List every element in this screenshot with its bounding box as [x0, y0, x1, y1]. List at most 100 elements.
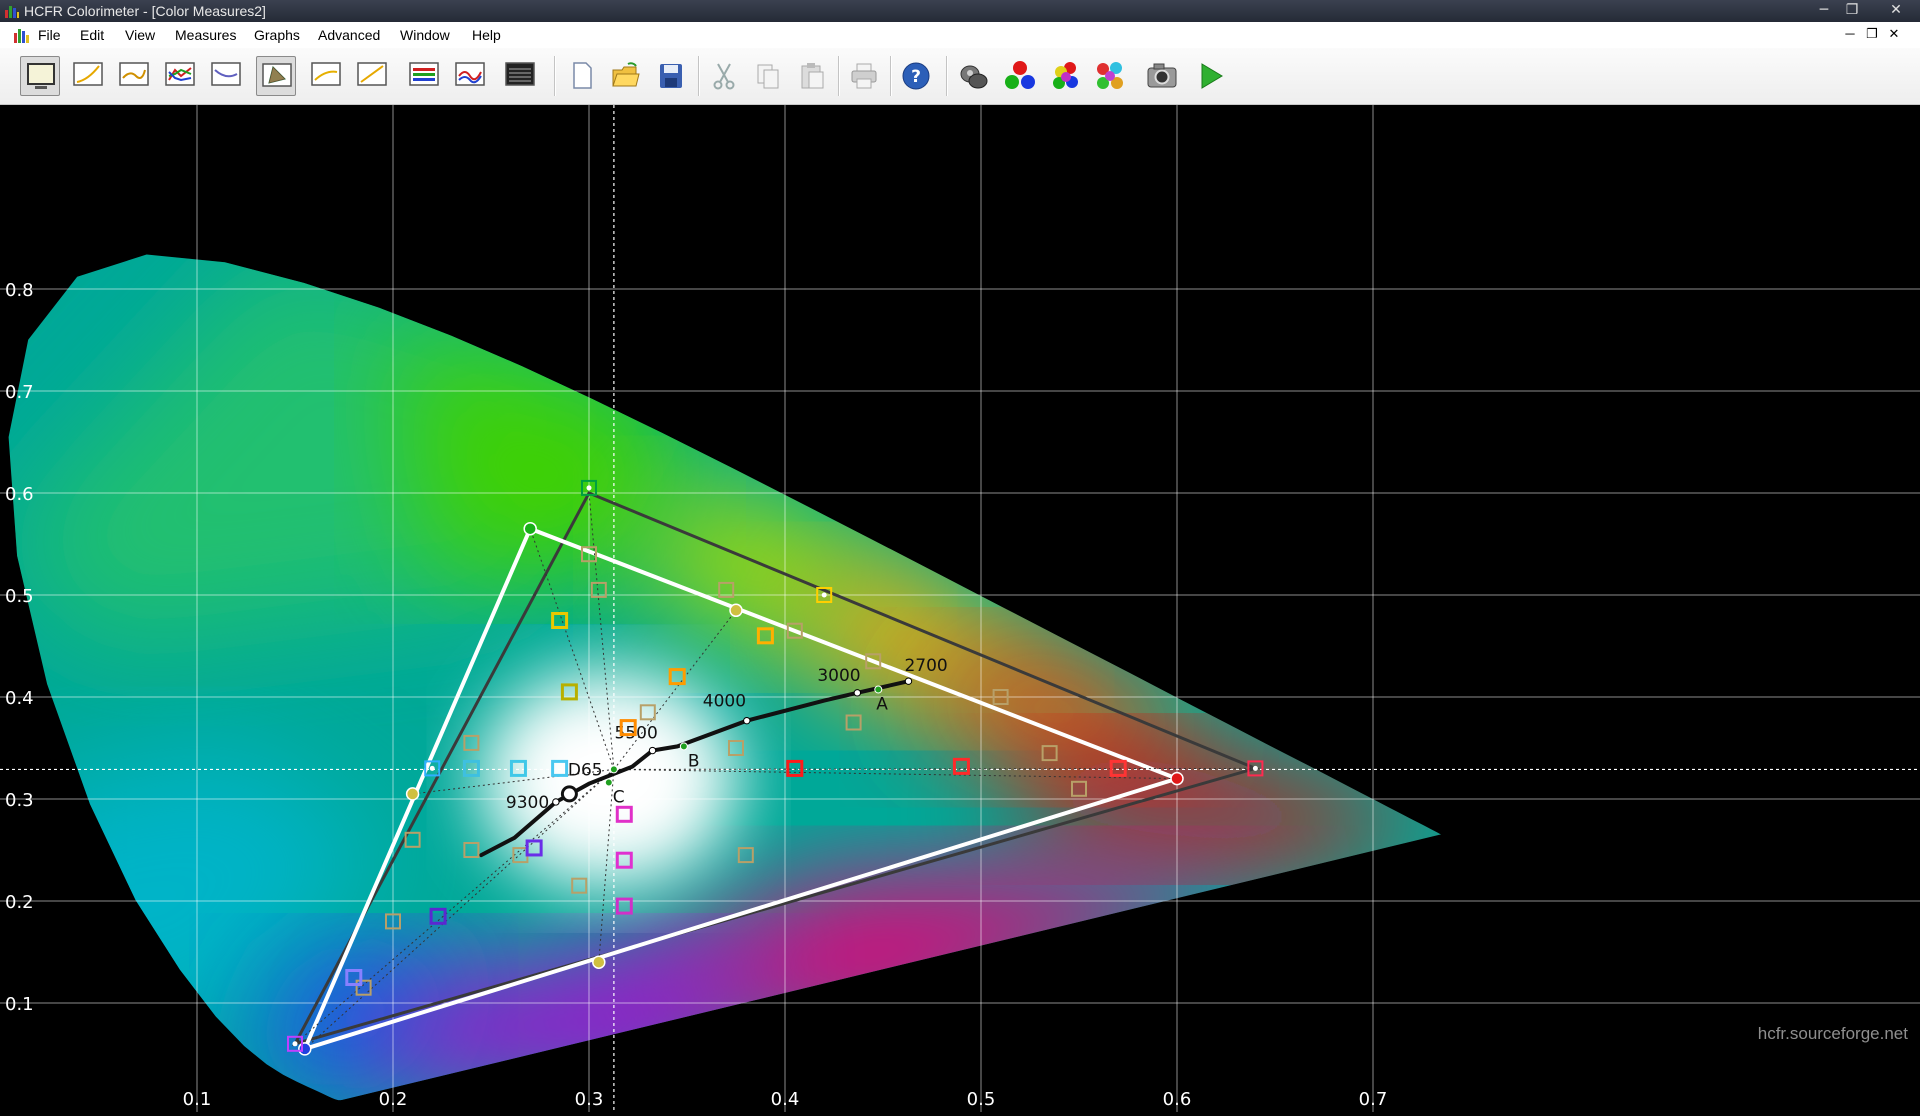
cct-label: 4000	[703, 692, 746, 712]
x-tick-label: 0.6	[1163, 1089, 1192, 1110]
rgb-levels-icon[interactable]	[160, 56, 200, 96]
y-tick-label: 0.8	[5, 280, 34, 301]
rgb-primaries-icon[interactable]	[1000, 56, 1040, 96]
cie-diagram-icon[interactable]	[256, 56, 296, 96]
cct-point	[552, 798, 560, 806]
toolbar-separator	[838, 56, 840, 96]
menu-bar: File Edit View Measures Graphs Advanced …	[0, 22, 1920, 49]
measured-secondary-magenta	[592, 955, 606, 969]
illuminant-point	[609, 765, 618, 774]
sensor-icon[interactable]	[954, 56, 994, 96]
measured-secondary-cyan	[405, 787, 420, 801]
reference-primary-dot	[429, 765, 435, 771]
saturation-icon[interactable]	[352, 56, 392, 96]
x-tick-label: 0.4	[771, 1089, 800, 1110]
menu-help[interactable]: Help	[472, 27, 501, 43]
menu-advanced[interactable]: Advanced	[318, 27, 380, 43]
y-tick-label: 0.4	[5, 688, 34, 709]
measured-secondary-yellow	[729, 603, 743, 618]
menu-edit[interactable]: Edit	[80, 27, 104, 43]
window-title: HCFR Colorimeter - [Color Measures2]	[24, 3, 266, 19]
y-tick-label: 0.3	[5, 790, 34, 811]
secondary-colors-icon[interactable]	[1046, 56, 1086, 96]
measures-grid-icon[interactable]	[500, 56, 540, 96]
menu-view[interactable]: View	[125, 27, 155, 43]
color-temp-icon[interactable]	[206, 56, 246, 96]
illuminant-label: C	[613, 787, 625, 807]
monitor-icon[interactable]	[20, 56, 60, 96]
delta-e-icon[interactable]	[306, 56, 346, 96]
saturation-shift-icon[interactable]	[404, 56, 444, 96]
mdi-close-icon[interactable]: ✕	[1884, 26, 1904, 42]
color-checker-icon[interactable]	[450, 56, 490, 96]
cct-label: 9300	[506, 793, 549, 813]
measured-primary-red	[1170, 771, 1184, 786]
minimize-icon[interactable]: ─	[1810, 0, 1838, 20]
title-bar: HCFR Colorimeter - [Color Measures2] ─ ❐…	[0, 0, 1920, 22]
y-tick-label: 0.5	[5, 586, 34, 607]
illuminant-point	[874, 685, 883, 694]
reference-primary-dot	[821, 592, 827, 598]
illuminant-point	[679, 742, 688, 751]
open-folder-icon[interactable]	[606, 56, 646, 96]
toolbar: ?	[0, 48, 1920, 105]
reference-primary-dot	[586, 485, 592, 491]
print-icon[interactable]	[844, 56, 884, 96]
cct-point	[743, 716, 751, 725]
menu-measures[interactable]: Measures	[175, 27, 236, 43]
camera-icon[interactable]	[1142, 56, 1182, 96]
reference-primary-dot	[1252, 765, 1258, 771]
bar-chart-icon	[14, 29, 29, 43]
spectral-color-fill	[8, 254, 1442, 1101]
x-tick-label: 0.3	[575, 1089, 604, 1110]
menu-graphs[interactable]: Graphs	[254, 27, 300, 43]
menu-window[interactable]: Window	[400, 27, 450, 43]
close-icon[interactable]: ✕	[1880, 0, 1912, 20]
toolbar-separator	[554, 56, 556, 96]
x-tick-label: 0.5	[967, 1089, 996, 1110]
x-tick-label: 0.2	[379, 1089, 408, 1110]
new-file-icon[interactable]	[562, 56, 602, 96]
cut-icon[interactable]	[704, 56, 744, 96]
watermark-text: hcfr.sourceforge.net	[1758, 1024, 1909, 1043]
toolbar-separator	[890, 56, 892, 96]
cct-label: 3000	[817, 666, 860, 686]
illuminant-label: A	[876, 694, 888, 714]
y-tick-label: 0.1	[5, 994, 34, 1015]
y-tick-label: 0.7	[5, 382, 34, 403]
menu-file[interactable]: File	[38, 27, 61, 43]
mdi-restore-icon[interactable]: ❐	[1862, 26, 1882, 42]
paste-icon[interactable]	[792, 56, 832, 96]
cct-label: 2700	[904, 656, 947, 676]
cct-point	[904, 677, 913, 685]
cct-point	[853, 689, 862, 697]
y-tick-label: 0.6	[5, 484, 34, 505]
illuminant-label: D65	[568, 760, 603, 780]
restore-icon[interactable]: ❐	[1838, 0, 1866, 20]
save-icon[interactable]	[651, 56, 691, 96]
illuminant-label: B	[688, 751, 700, 771]
y-tick-label: 0.2	[5, 892, 34, 913]
mdi-minimize-icon[interactable]: ─	[1840, 26, 1860, 41]
cct-point	[648, 746, 657, 755]
help-icon[interactable]: ?	[896, 56, 936, 96]
copy-icon[interactable]	[748, 56, 788, 96]
play-icon[interactable]	[1190, 56, 1230, 96]
toolbar-separator	[946, 56, 948, 96]
luminance-graph-icon[interactable]	[114, 56, 154, 96]
measured-white-point	[560, 785, 578, 803]
toolbar-separator	[698, 56, 700, 96]
illuminant-point	[604, 778, 613, 787]
color-blob-1	[393, 329, 687, 575]
x-tick-label: 0.1	[183, 1089, 212, 1110]
cie-chart-svg: 0.1 0.2 0.3 0.4 0.5 0.6 0.7 0.1 0.2 0.3 0.4 0.5 0.6 0…	[0, 105, 1920, 1112]
bar-chart-icon	[5, 6, 19, 18]
color-grid-icon[interactable]	[1090, 56, 1130, 96]
reference-primary-dot	[292, 1041, 298, 1047]
cie-chromaticity-plot[interactable]: 0.1 0.2 0.3 0.4 0.5 0.6 0.7 0.1 0.2 0.3 0.4 0.5 0.6 0…	[0, 105, 1920, 1112]
x-tick-label: 0.7	[1359, 1089, 1388, 1110]
svg-text:?: ?	[911, 67, 921, 87]
measured-primary-blue	[298, 1042, 312, 1056]
measured-primary-green	[523, 521, 537, 536]
gamma-graph-icon[interactable]	[68, 56, 108, 96]
